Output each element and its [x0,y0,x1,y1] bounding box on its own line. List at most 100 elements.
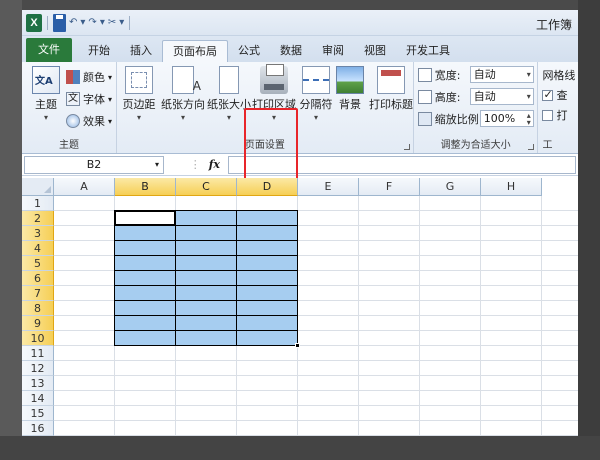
chevron-down-icon[interactable]: ▾ [155,157,159,173]
worksheet-grid[interactable]: ABCDEFGH 1234567891011121314151617 [22,178,578,436]
row-header-14[interactable]: 14 [22,391,54,406]
cell-border-horizontal [114,240,298,241]
width-select[interactable]: 自动 ▾ [469,66,534,83]
margins-label: 页边距 [122,98,156,111]
redo-icon[interactable]: ↷ [88,14,96,32]
tab-view[interactable]: 视图 [354,40,396,62]
row-header-11[interactable]: 11 [22,346,54,361]
gridlines-view-checkbox-row[interactable]: 查 [542,86,567,104]
chevron-down-icon: ▾ [313,113,318,122]
excel-logo-icon[interactable]: X [26,13,42,32]
gridline-vertical [419,196,420,436]
cell-border-vertical [236,210,237,346]
width-label: 宽度: [434,69,461,82]
gridlines-print-label: 打 [556,109,568,122]
select-all-corner[interactable] [22,178,54,196]
gridlines-print-checkbox[interactable] [542,109,554,121]
row-header-9[interactable]: 9 [22,316,54,331]
spin-arrows-icon[interactable]: ▴ ▾ [527,112,531,127]
redo-dropdown-icon[interactable]: ▾ [100,14,105,32]
gridline-horizontal [54,375,578,376]
orientation-button[interactable]: 纸张方向 ▾ [161,66,205,122]
save-icon[interactable] [53,13,66,32]
sheet-options-group-label: 工 [542,140,553,151]
sheet-options-group: 网格线 查 打 工 [538,62,578,153]
page-setup-dialog-launcher-icon[interactable] [403,144,410,150]
column-header-b[interactable]: B [115,178,176,196]
theme-effects-button[interactable]: 效果 ▾ [66,112,112,130]
name-box[interactable]: B2 ▾ [24,155,164,174]
print-titles-button[interactable]: 打印标题 [367,66,415,112]
background-button[interactable]: 背景 [335,66,365,112]
row-header-12[interactable]: 12 [22,361,54,376]
gridlines-view-checkbox[interactable] [542,88,554,101]
chevron-down-icon: ▾ [136,113,141,122]
tab-developer[interactable]: 开发工具 [396,40,460,62]
gridline-horizontal [54,420,578,421]
theme-colors-button[interactable]: 颜色 ▾ [66,68,112,86]
tab-home[interactable]: 开始 [78,40,120,62]
name-box-value: B2 [86,157,102,171]
background-image-icon [335,66,364,94]
tab-file[interactable]: 文件 [26,38,72,62]
height-select[interactable]: 自动 ▾ [469,88,534,105]
formula-bar: B2 ▾ ⋮ fx [22,154,578,176]
themes-button[interactable]: 主题 ▾ [26,66,66,122]
gridlines-print-checkbox-row[interactable]: 打 [542,106,567,124]
column-header-a[interactable]: A [54,178,115,196]
palette-icon [66,70,80,84]
column-header-f[interactable]: F [359,178,420,196]
undo-dropdown-icon[interactable]: ▾ [80,14,85,32]
customize-dropdown-icon[interactable]: ▾ [119,14,124,32]
tab-formulas[interactable]: 公式 [228,40,270,62]
outer-frame-left [0,0,22,460]
scale-to-fit-group: 宽度: 自动 ▾ 高度: 自动 ▾ 缩放比例: 100% ▴ ▾ 调整为合适大小 [414,62,539,153]
tab-review[interactable]: 审阅 [312,40,354,62]
gridline-horizontal [54,405,578,406]
customize-tool-icon[interactable]: ✂ [108,14,116,32]
margins-button[interactable]: 页边距 ▾ [119,66,159,122]
row-header-10[interactable]: 10 [22,331,54,346]
scale-to-fit-group-label: 调整为合适大小 [440,140,511,151]
selected-range-fill[interactable] [114,210,298,346]
row-header-2[interactable]: 2 [22,211,54,226]
tab-insert[interactable]: 插入 [120,40,162,62]
chevron-down-icon: ▾ [108,72,113,82]
row-header-3[interactable]: 3 [22,226,54,241]
gridline-vertical [358,196,359,436]
excel-window: X ↶ ▾ ↷ ▾ ✂ ▾ 工作簿 文件 开始 插入 页面布局 公式 数据 审阅… [22,10,578,436]
column-header-d[interactable]: D [237,178,298,196]
row-header-5[interactable]: 5 [22,256,54,271]
scale-spinner[interactable]: 100% ▴ ▾ [479,110,534,127]
row-header-16[interactable]: 16 [22,421,54,436]
tab-data[interactable]: 数据 [270,40,312,62]
row-header-7[interactable]: 7 [22,286,54,301]
fill-handle[interactable] [295,343,300,348]
row-header-1[interactable]: 1 [22,196,54,211]
themes-group: 主题 ▾ 颜色 ▾ 文 字体 ▾ 效果 ▾ 主题 [22,62,117,153]
column-header-h[interactable]: H [481,178,542,196]
undo-icon[interactable]: ↶ [69,14,77,32]
column-header-g[interactable]: G [420,178,481,196]
active-cell[interactable] [114,210,176,226]
row-header-13[interactable]: 13 [22,376,54,391]
orientation-icon [171,66,201,94]
breaks-label: 分隔符 [299,98,333,111]
tab-page-layout[interactable]: 页面布局 [162,40,228,62]
column-header-c[interactable]: C [176,178,237,196]
breaks-button[interactable]: 分隔符 ▾ [299,66,333,122]
width-label-row: 宽度: [417,66,461,84]
column-header-e[interactable]: E [298,178,359,196]
theme-effects-label: 效果 [83,115,105,128]
themes-button-label: 主题 [35,98,57,111]
row-header-15[interactable]: 15 [22,406,54,421]
scale-dialog-launcher-icon[interactable] [528,144,535,150]
row-header-8[interactable]: 8 [22,301,54,316]
row-header-4[interactable]: 4 [22,241,54,256]
scale-icon [417,112,432,126]
theme-fonts-button[interactable]: 文 字体 ▾ [66,90,112,108]
insert-function-icon[interactable]: fx [209,158,220,171]
gridline-vertical [480,196,481,436]
row-header-6[interactable]: 6 [22,271,54,286]
print-titles-icon [376,66,405,94]
